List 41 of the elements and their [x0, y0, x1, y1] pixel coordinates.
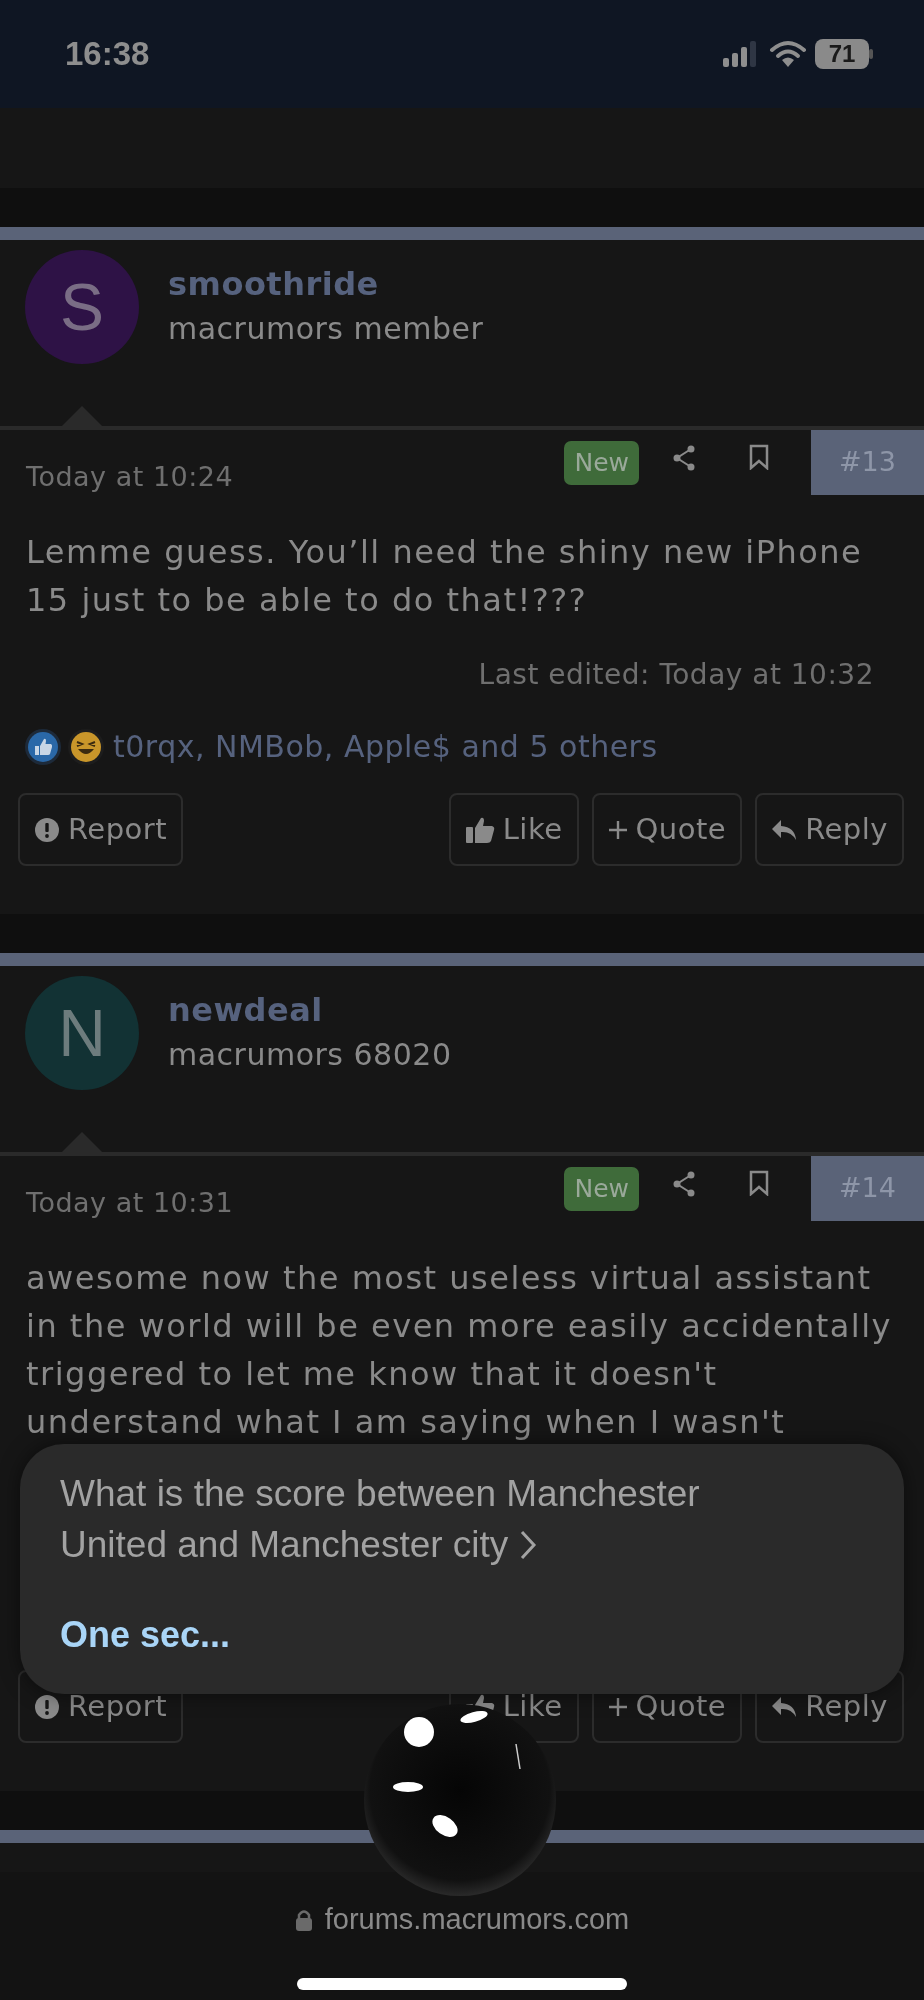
siri-status-text: One sec... — [60, 1613, 231, 1657]
bookmark-icon[interactable] — [749, 1170, 769, 1196]
thumbs-up-icon — [464, 815, 495, 844]
like-button[interactable]: Like — [448, 793, 579, 866]
user-title: macrumors 68020 — [168, 1038, 452, 1072]
plus-icon — [607, 819, 628, 840]
new-badge: New — [564, 441, 639, 485]
user-title: macrumors member — [168, 312, 484, 346]
reply-button[interactable]: Reply — [755, 793, 904, 866]
clock-time: 16:38 — [65, 34, 150, 75]
bookmark-icon[interactable] — [749, 444, 769, 470]
exclamation-icon — [34, 1693, 60, 1720]
battery-indicator: 71 — [815, 39, 869, 69]
new-badge: New — [564, 1167, 639, 1211]
reply-arrow-icon — [771, 818, 798, 841]
siri-query[interactable]: What is the score between Manchester United and Manchester city — [60, 1468, 780, 1570]
username-link[interactable]: newdeal — [168, 993, 452, 1029]
post-text: awesome now the most useless virtual assistant in the world will be even more easily accidentally triggered to let me know that it doesn't understand what I am saying when I wasn't — [25, 1258, 894, 1443]
laughing-face-icon — [67, 727, 105, 766]
url-text[interactable]: forums.macrumors.com — [324, 1898, 630, 1942]
home-indicator[interactable] — [297, 1977, 627, 1990]
chevron-right-icon — [518, 1530, 537, 1560]
username-link[interactable]: smoothride — [168, 267, 484, 303]
lock-icon — [294, 1907, 313, 1932]
report-button[interactable]: Report — [18, 793, 184, 866]
exclamation-icon — [34, 816, 60, 843]
post-date[interactable]: Today at 10:31 — [0, 1156, 234, 1224]
avatar[interactable]: N — [25, 976, 139, 1090]
share-icon[interactable] — [671, 444, 697, 472]
wifi-icon — [769, 40, 807, 68]
avatar[interactable]: S — [25, 250, 139, 364]
battery-tip-icon — [869, 49, 874, 59]
reactions-link[interactable]: t0rqx, NMBob, Apple$ and 5 others — [113, 724, 658, 769]
share-icon[interactable] — [671, 1170, 697, 1198]
post-date[interactable]: Today at 10:24 — [0, 430, 234, 498]
last-edited-text: Last edited: Today at 10:32 — [477, 657, 875, 693]
quote-button[interactable]: Quote — [591, 793, 743, 866]
reply-arrow-icon — [771, 1695, 798, 1718]
plus-icon — [607, 1696, 628, 1717]
thumbs-up-icon — [24, 727, 62, 766]
post-text: Lemme guess. You’ll need the shiny new iPhone 15 just to be able to do that!??? — [25, 532, 864, 621]
